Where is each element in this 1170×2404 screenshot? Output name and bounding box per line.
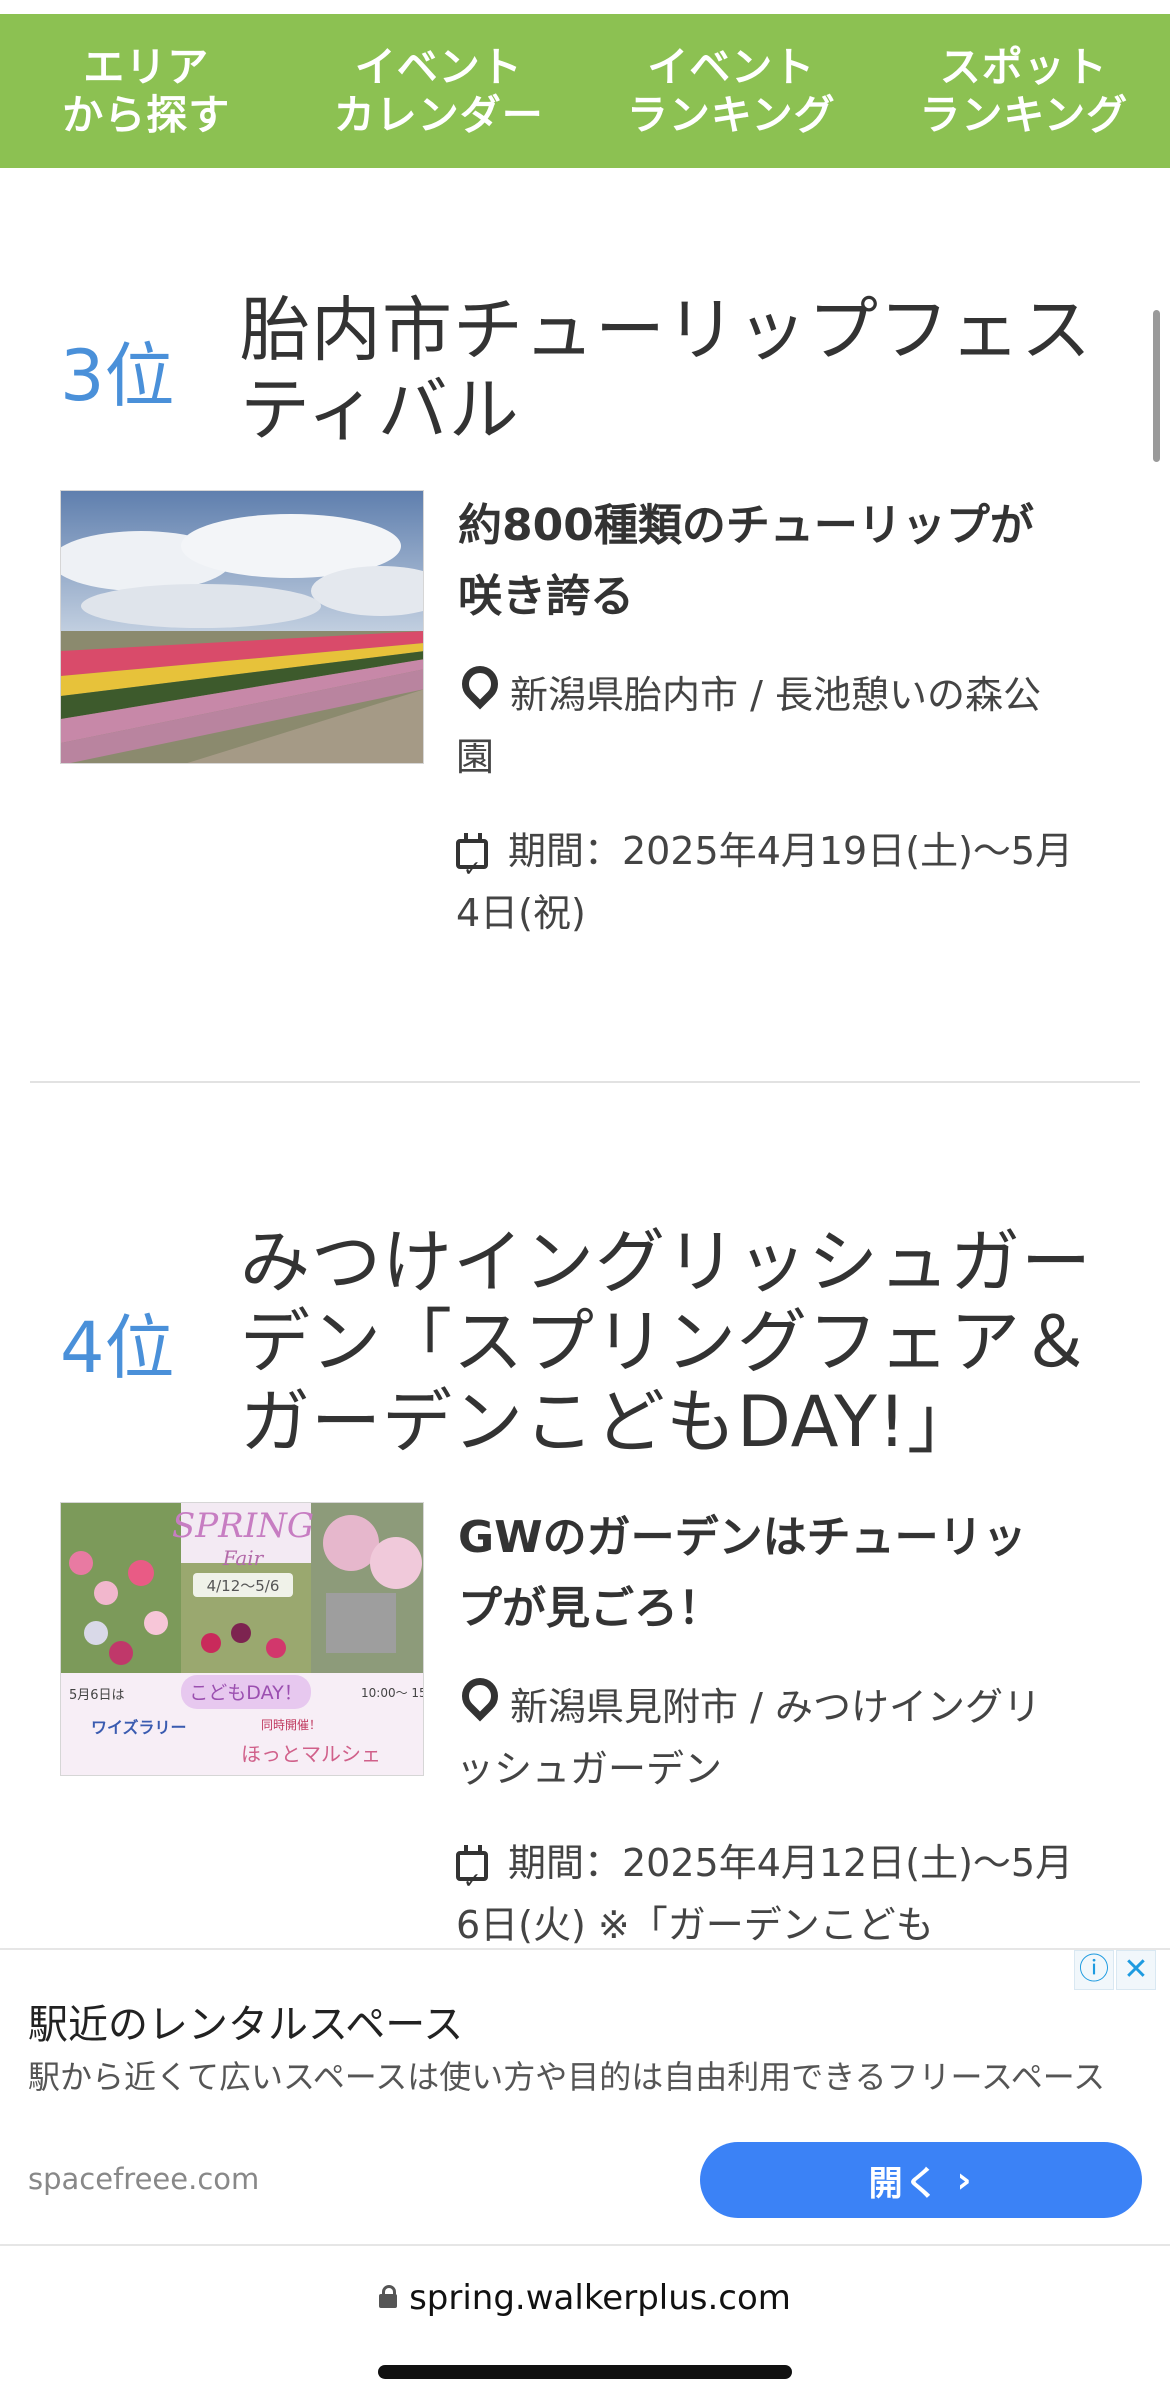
url-text: spring.walkerplus.com [409,2278,791,2318]
poster-note: 5月6日は [69,1688,125,1703]
event-title-line: ティバル [240,369,520,451]
period-text: 期間：2025年4月12日(土)〜5月 [508,1841,1074,1885]
event-title[interactable]: 胎内市チューリップフェス ティバル [240,290,1140,450]
location-line: 新潟県胎内市 / 長池憩いの森公 [454,658,1146,726]
event-location: 新潟県胎内市 / 長池憩いの森公 園 [454,658,1146,788]
nav-area-search[interactable]: エリア から探す [0,14,293,168]
location-text: 新潟県見附市 / みつけイングリ [510,1685,1041,1729]
location-line: 新潟県見附市 / みつけイングリ [454,1670,1146,1738]
poster-marche: ほっとマルシェ [241,1742,381,1766]
nav-spot-ranking[interactable]: スポット ランキング [878,14,1170,168]
event-title-line: ガーデンこどもDAY!」 [240,1381,978,1463]
event-period: 期間：2025年4月19日(土)〜5月 4日(祝) [456,820,1146,944]
period-text: 期間：2025年4月19日(土)〜5月 [508,829,1074,873]
poster-dates: 4/12〜5/6 [207,1577,280,1595]
event-period: 期間：2025年4月12日(土)〜5月 6日(火) ※「ガーデンこども [456,1832,1146,1956]
browser-url-bar[interactable]: spring.walkerplus.com [0,2278,1170,2318]
nav-event-calendar[interactable]: イベント カレンダー [293,14,586,168]
poster-headline: SPRING [172,1506,314,1546]
poster-sub: Fair [222,1546,265,1570]
ad-open-label: 開く [868,2163,941,2204]
poster-marche-pre: 同時開催！ [261,1718,321,1732]
catch-line: プが見ごろ！ [458,1583,722,1634]
period-line: 期間：2025年4月19日(土)〜5月 [456,820,1146,901]
catch-line: 咲き誇る [458,571,634,622]
poster-time: 10:00〜 15:00 [361,1686,424,1700]
divider [30,1081,1140,1083]
nav-event-ranking[interactable]: イベント ランキング [585,14,878,168]
calendar-check-icon [456,1845,488,1913]
event-thumbnail[interactable]: SPRING Fair 4/12〜5/6 5月6日は こどもDAY！ 10:00… [60,1502,424,1776]
event-title-line: みつけイングリッシュガー [240,1221,1092,1303]
ad-banner[interactable]: 駅近のレンタルスペース 駅から近くて広いスペースは使い方や目的は自由利用できるフ… [0,1948,1170,2246]
event-title-line: デン「スプリングフェア＆ [240,1301,1092,1383]
ad-close-icon[interactable]: ✕ [1116,1950,1156,1990]
chevron-right-icon: › [956,2159,974,2201]
catch-line: 約800種類のチューリップが [458,500,1034,551]
map-pin-icon [454,658,506,710]
map-pin-icon [454,1670,506,1722]
home-indicator[interactable] [378,2365,792,2379]
poster-badge: こどもDAY！ [189,1682,302,1704]
event-thumbnail[interactable] [60,490,424,764]
ad-title: 駅近のレンタルスペース [28,2002,464,2048]
ad-domain: spacefreee.com [28,2162,260,2196]
period-line: 期間：2025年4月12日(土)〜5月 [456,1832,1146,1913]
ad-open-button[interactable]: 開く › [700,2142,1142,2218]
event-catchcopy: GWのガーデンはチューリッ プが見ごろ！ [458,1502,1138,1644]
event-title-line: 胎内市チューリップフェス [240,289,1092,371]
period-line: 6日(火) ※「ガーデンこども [456,1903,934,1947]
location-line: 園 [456,735,495,779]
ad-info-icon[interactable]: ⓘ [1074,1950,1114,1990]
event-location: 新潟県見附市 / みつけイングリ ッシュガーデン [454,1670,1146,1800]
event-title[interactable]: みつけイングリッシュガー デン「スプリングフェア＆ ガーデンこどもDAY!」 [240,1222,1160,1462]
top-nav: エリア から探す イベント カレンダー イベント ランキング スポット ランキン… [0,14,1170,168]
calendar-check-icon [456,833,488,901]
rank-label: 4位 [60,1307,175,1389]
period-line: 4日(祝) [456,891,586,935]
status-area [0,0,1170,14]
ad-description: 駅から近くて広いスペースは使い方や目的は自由利用できるフリースペース [28,2058,1106,2096]
catch-line: GWのガーデンはチューリッ [458,1512,1027,1563]
rank-label: 3位 [60,335,175,417]
poster-quiz: ワイズラリー [91,1718,187,1737]
location-text: 新潟県胎内市 / 長池憩いの森公 [510,673,1041,717]
spring-fair-poster-image: SPRING Fair 4/12〜5/6 5月6日は こどもDAY！ 10:00… [61,1503,424,1775]
lock-icon [379,2285,398,2308]
event-catchcopy: 約800種類のチューリップが 咲き誇る [458,490,1138,632]
scrollbar[interactable] [1153,310,1160,462]
location-line: ッシュガーデン [456,1747,723,1791]
tulip-field-image [61,491,423,763]
